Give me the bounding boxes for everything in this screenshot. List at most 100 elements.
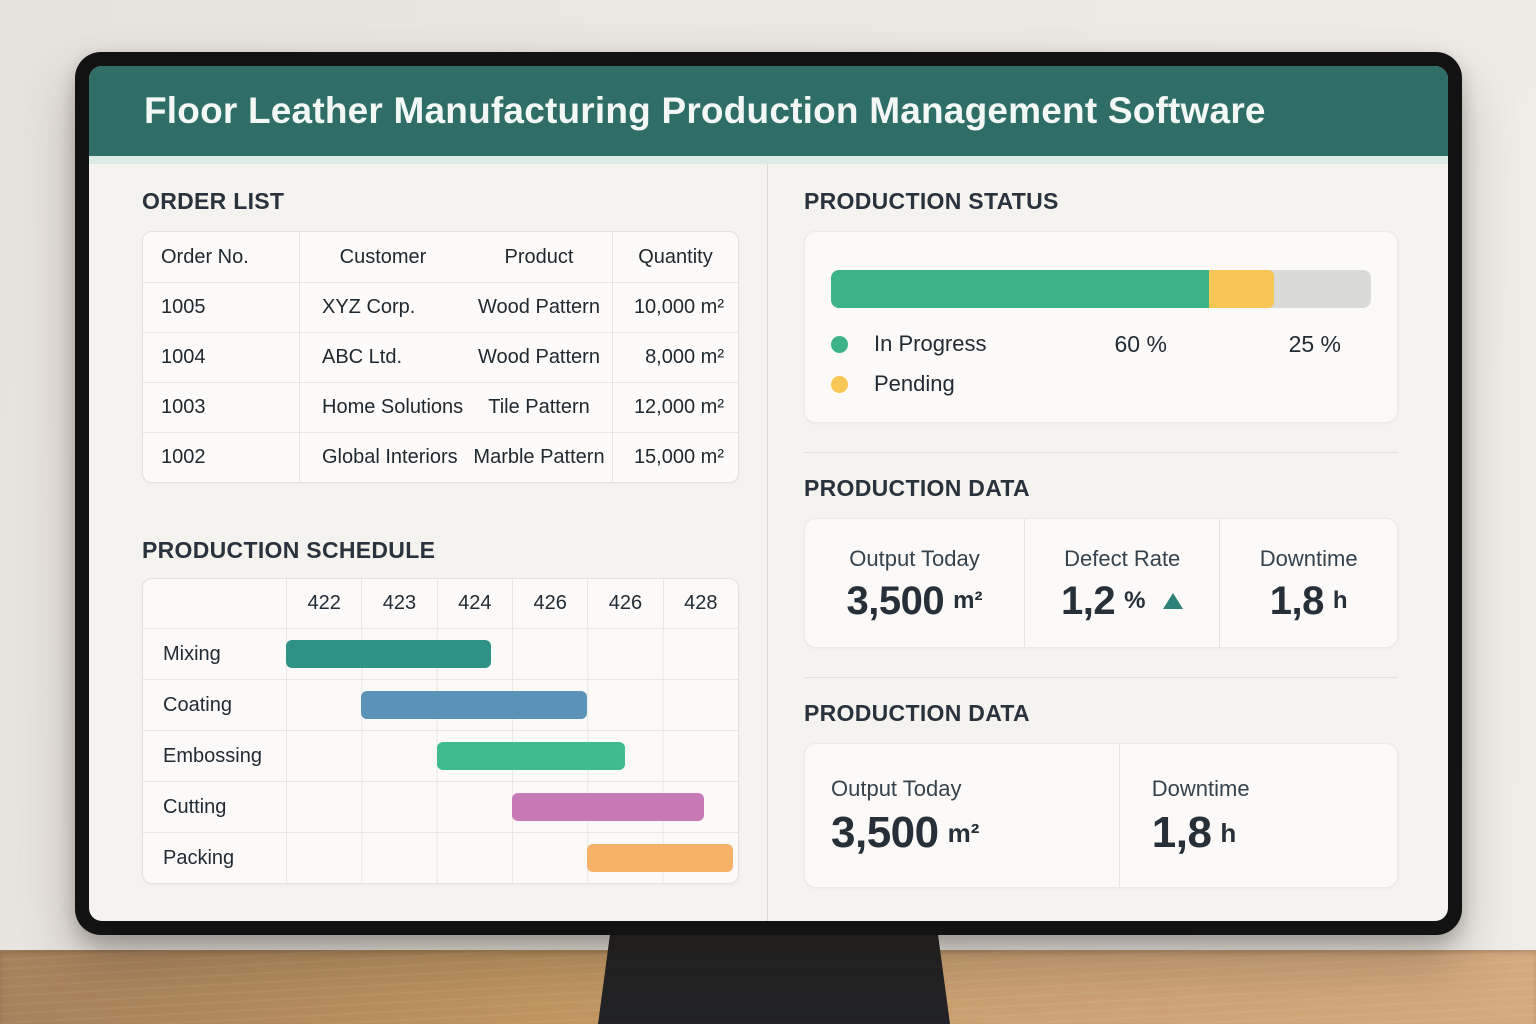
progress-segment-2 xyxy=(1209,270,1274,308)
stat-value-row: 1,2% xyxy=(1060,578,1184,623)
column-header: Customer xyxy=(339,245,427,268)
progress-segment-1 xyxy=(831,270,1209,308)
production-schedule-gantt: 422 423 424 426 426 428 Mixing Coating Embossing… xyxy=(142,578,739,884)
gantt-bar-packing[interactable] xyxy=(587,844,733,872)
stat-label: Defect Rate xyxy=(1064,545,1181,571)
production-data-card-1: Output Today 3,500 m² Defect Rate 1,2% Downti… xyxy=(804,518,1398,648)
stat-value-row: 1,8 h xyxy=(1152,811,1237,855)
gantt-bar-embossing[interactable] xyxy=(436,742,625,770)
table-row[interactable]: 1003 Home Solutions Tile Pattern 12,000 m² xyxy=(143,382,738,432)
production-data-card-2: Output Today 3,500 m² Downtime 1,8 h xyxy=(804,743,1398,888)
stat-unit: h xyxy=(1220,817,1237,848)
gantt-date-label: 423 xyxy=(361,579,436,628)
gantt-task-label: Mixing xyxy=(163,642,221,665)
gantt-track xyxy=(286,629,738,679)
stat-cell: Downtime 1,8 h xyxy=(1118,744,1397,887)
gantt-row: Mixing xyxy=(143,628,738,679)
progress-value-label: 60 % xyxy=(1114,330,1167,357)
cell-customer: ABC Ltd. xyxy=(322,346,403,368)
legend-dot-icon xyxy=(831,375,848,393)
section-divider xyxy=(804,452,1398,453)
cell-quantity: 15,000 m² xyxy=(612,433,738,482)
production-schedule-heading: PRODUCTION SCHEDULE xyxy=(142,537,436,563)
legend-row: In Progress 60 % 25 % xyxy=(831,324,1371,364)
column-header: Product xyxy=(504,245,574,268)
stat-value: 1,8 xyxy=(1151,808,1212,857)
cell-product: Wood Pattern xyxy=(478,296,600,318)
gantt-task-label: Embossing xyxy=(163,744,262,767)
production-data-heading-1: PRODUCTION DATA xyxy=(804,475,1030,501)
gantt-date-label: 422 xyxy=(286,579,361,628)
cell-order_no: 1002 xyxy=(143,433,300,482)
progress-value-label: 25 % xyxy=(1288,330,1341,357)
stat-label: Downtime xyxy=(1151,776,1250,801)
stat-value: 3,500 xyxy=(831,808,939,857)
right-column: PRODUCTION STATUS In Progress 60 % 25 % Pen… xyxy=(768,164,1398,921)
table-row[interactable]: 1005 XYZ Corp. Wood Pattern 10,000 m² xyxy=(143,282,738,332)
section-divider-2 xyxy=(804,677,1398,678)
stat-value: 1,8 xyxy=(1269,578,1325,623)
stat-cell: Defect Rate 1,2% xyxy=(1024,519,1219,647)
gantt-bar-coating[interactable] xyxy=(361,691,588,719)
gantt-track xyxy=(286,782,738,832)
dashboard-content: ORDER LIST Order No. Customer Product Quant… xyxy=(89,164,1448,921)
gantt-track xyxy=(286,833,738,883)
legend-row: Pending xyxy=(831,364,1371,404)
cell-product: Wood Pattern xyxy=(478,346,600,368)
stat-cell: Output Today 3,500 m² xyxy=(805,519,1024,647)
gantt-row: Embossing xyxy=(143,730,738,781)
stat-value: 1,2 xyxy=(1060,578,1116,623)
stat-label: Output Today xyxy=(849,545,980,571)
cell-order_no: 1004 xyxy=(143,333,300,382)
column-header: Quantity xyxy=(612,232,738,282)
order-table-header-row: Order No. Customer Product Quantity xyxy=(143,232,738,282)
screen: Floor Leather Manufacturing Production M… xyxy=(89,66,1448,921)
table-row[interactable]: 1004 ABC Ltd. Wood Pattern 8,000 m² xyxy=(143,332,738,382)
stat-cell: Output Today 3,500 m² xyxy=(805,744,1119,887)
gantt-row: Coating xyxy=(143,679,738,730)
gantt-bar-mixing[interactable] xyxy=(286,640,491,668)
production-status-legend: In Progress 60 % 25 % Pending xyxy=(831,324,1371,404)
production-status-card: In Progress 60 % 25 % Pending xyxy=(804,231,1398,423)
cell-quantity: 12,000 m² xyxy=(612,383,738,432)
legend-dot-icon xyxy=(831,335,848,353)
stat-label: Output Today xyxy=(831,776,962,801)
legend-label: In Progress xyxy=(874,331,987,356)
cell-customer: XYZ Corp. xyxy=(322,296,416,318)
table-row[interactable]: 1002 Global Interiors Marble Pattern 15,000… xyxy=(143,432,738,482)
cell-order_no: 1005 xyxy=(143,283,300,332)
stat-label: Downtime xyxy=(1259,545,1358,571)
stat-unit: m² xyxy=(947,817,980,848)
stat-unit: % xyxy=(1124,586,1146,614)
monitor-bezel: Floor Leather Manufacturing Production M… xyxy=(75,52,1462,935)
gantt-task-label: Coating xyxy=(163,693,232,716)
production-data-heading-2: PRODUCTION DATA xyxy=(804,700,1030,726)
stat-value-row: 3,500 m² xyxy=(847,581,983,621)
left-column: ORDER LIST Order No. Customer Product Quant… xyxy=(142,164,739,921)
gantt-track xyxy=(286,731,738,781)
gantt-header-spacer xyxy=(143,579,286,628)
stat-value-row: 3,500 m² xyxy=(831,811,979,855)
production-status-heading: PRODUCTION STATUS xyxy=(804,188,1059,214)
cell-customer: Home Solutions xyxy=(322,396,464,418)
production-progress-bar xyxy=(831,270,1371,308)
gantt-row: Packing xyxy=(143,832,738,883)
stat-value: 3,500 xyxy=(846,578,945,623)
stat-value-row: 1,8 h xyxy=(1270,581,1348,621)
gantt-date-label: 428 xyxy=(662,579,738,628)
header-accent-strip xyxy=(89,156,1448,164)
gantt-header-row: 422 423 424 426 426 428 xyxy=(143,579,738,628)
cell-customer: Global Interiors xyxy=(322,446,458,468)
order-table-body: 1005 XYZ Corp. Wood Pattern 10,000 m² 1004 AB… xyxy=(143,282,738,482)
stat-unit: h xyxy=(1332,586,1348,614)
order-table: Order No. Customer Product Quantity 1005 XYZ… xyxy=(142,231,739,483)
column-header: Order No. xyxy=(143,232,300,282)
legend-label: Pending xyxy=(874,371,955,396)
gantt-bar-cutting[interactable] xyxy=(512,793,705,821)
gantt-task-label: Packing xyxy=(163,846,235,869)
cell-quantity: 10,000 m² xyxy=(612,283,738,332)
gantt-track xyxy=(286,680,738,730)
cell-product: Marble Pattern xyxy=(473,446,605,468)
gantt-task-label: Cutting xyxy=(163,795,227,818)
app-header: Floor Leather Manufacturing Production M… xyxy=(89,66,1448,156)
